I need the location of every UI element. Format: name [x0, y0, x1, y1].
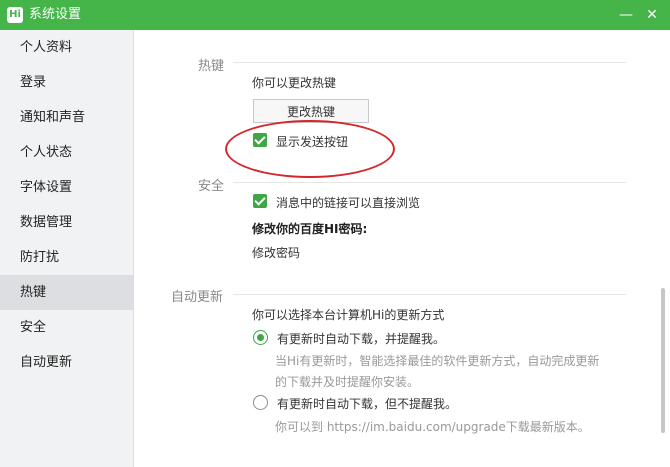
- change-password-link[interactable]: 修改密码: [252, 244, 300, 261]
- close-button[interactable]: ✕: [642, 5, 662, 25]
- update-silent-radio[interactable]: [253, 395, 268, 410]
- link-browse-label[interactable]: 消息中的链接可以直接浏览: [276, 194, 420, 211]
- sidebar-item-profile[interactable]: 个人资料: [0, 30, 133, 65]
- vertical-scrollbar[interactable]: [661, 288, 665, 433]
- update-notify-hint-1: 当Hi有更新时，智能选择最佳的软件更新方式，自动完成更新: [275, 354, 600, 368]
- sidebar-item-hotkey[interactable]: 热键: [0, 275, 133, 310]
- sidebar-item-data[interactable]: 数据管理: [0, 205, 133, 240]
- show-send-button-checkbox[interactable]: [253, 133, 267, 147]
- section-divider: [233, 62, 626, 63]
- sidebar-item-do-not-disturb[interactable]: 防打扰: [0, 240, 133, 275]
- title-bar: Hi 系统设置 — ✕: [0, 0, 670, 30]
- window-title: 系统设置: [29, 7, 82, 22]
- update-notify-hint-2: 的下载并及时提醒你安装。: [275, 375, 420, 389]
- security-section-label: 安全: [198, 179, 225, 194]
- sidebar-item-auto-update[interactable]: 自动更新: [0, 345, 133, 380]
- sidebar: 个人资料 登录 通知和声音 个人状态 字体设置 数据管理 防打扰 热键 安全 自…: [0, 30, 134, 467]
- update-silent-hint: 你可以到 https://im.baidu.com/upgrade下载最新版本。: [275, 420, 590, 434]
- section-divider: [233, 294, 626, 295]
- password-heading: 修改你的百度HI密码:: [252, 222, 368, 236]
- change-hotkey-button[interactable]: 更改热键: [253, 99, 369, 123]
- update-silent-label[interactable]: 有更新时自动下载，但不提醒我。: [277, 395, 457, 412]
- app-logo-icon: Hi: [7, 7, 23, 23]
- sidebar-item-security[interactable]: 安全: [0, 310, 133, 345]
- section-divider: [233, 182, 626, 183]
- update-notify-radio[interactable]: [253, 330, 268, 345]
- hotkey-section-label: 热键: [198, 59, 225, 74]
- auto-update-desc: 你可以选择本台计算机Hi的更新方式: [252, 308, 445, 322]
- minimize-button[interactable]: —: [616, 5, 636, 25]
- auto-update-section-label: 自动更新: [171, 290, 224, 305]
- sidebar-item-status[interactable]: 个人状态: [0, 135, 133, 170]
- settings-panel: 热键 你可以更改热键 更改热键 显示发送按钮 安全 消息中的链接可以直接浏览 修…: [134, 30, 670, 467]
- sidebar-item-font[interactable]: 字体设置: [0, 170, 133, 205]
- update-notify-label[interactable]: 有更新时自动下载，并提醒我。: [277, 330, 445, 347]
- sidebar-item-login[interactable]: 登录: [0, 65, 133, 100]
- link-browse-checkbox[interactable]: [253, 194, 267, 208]
- hotkey-desc: 你可以更改热键: [252, 76, 337, 90]
- sidebar-item-notifications[interactable]: 通知和声音: [0, 100, 133, 135]
- show-send-button-label[interactable]: 显示发送按钮: [276, 133, 348, 150]
